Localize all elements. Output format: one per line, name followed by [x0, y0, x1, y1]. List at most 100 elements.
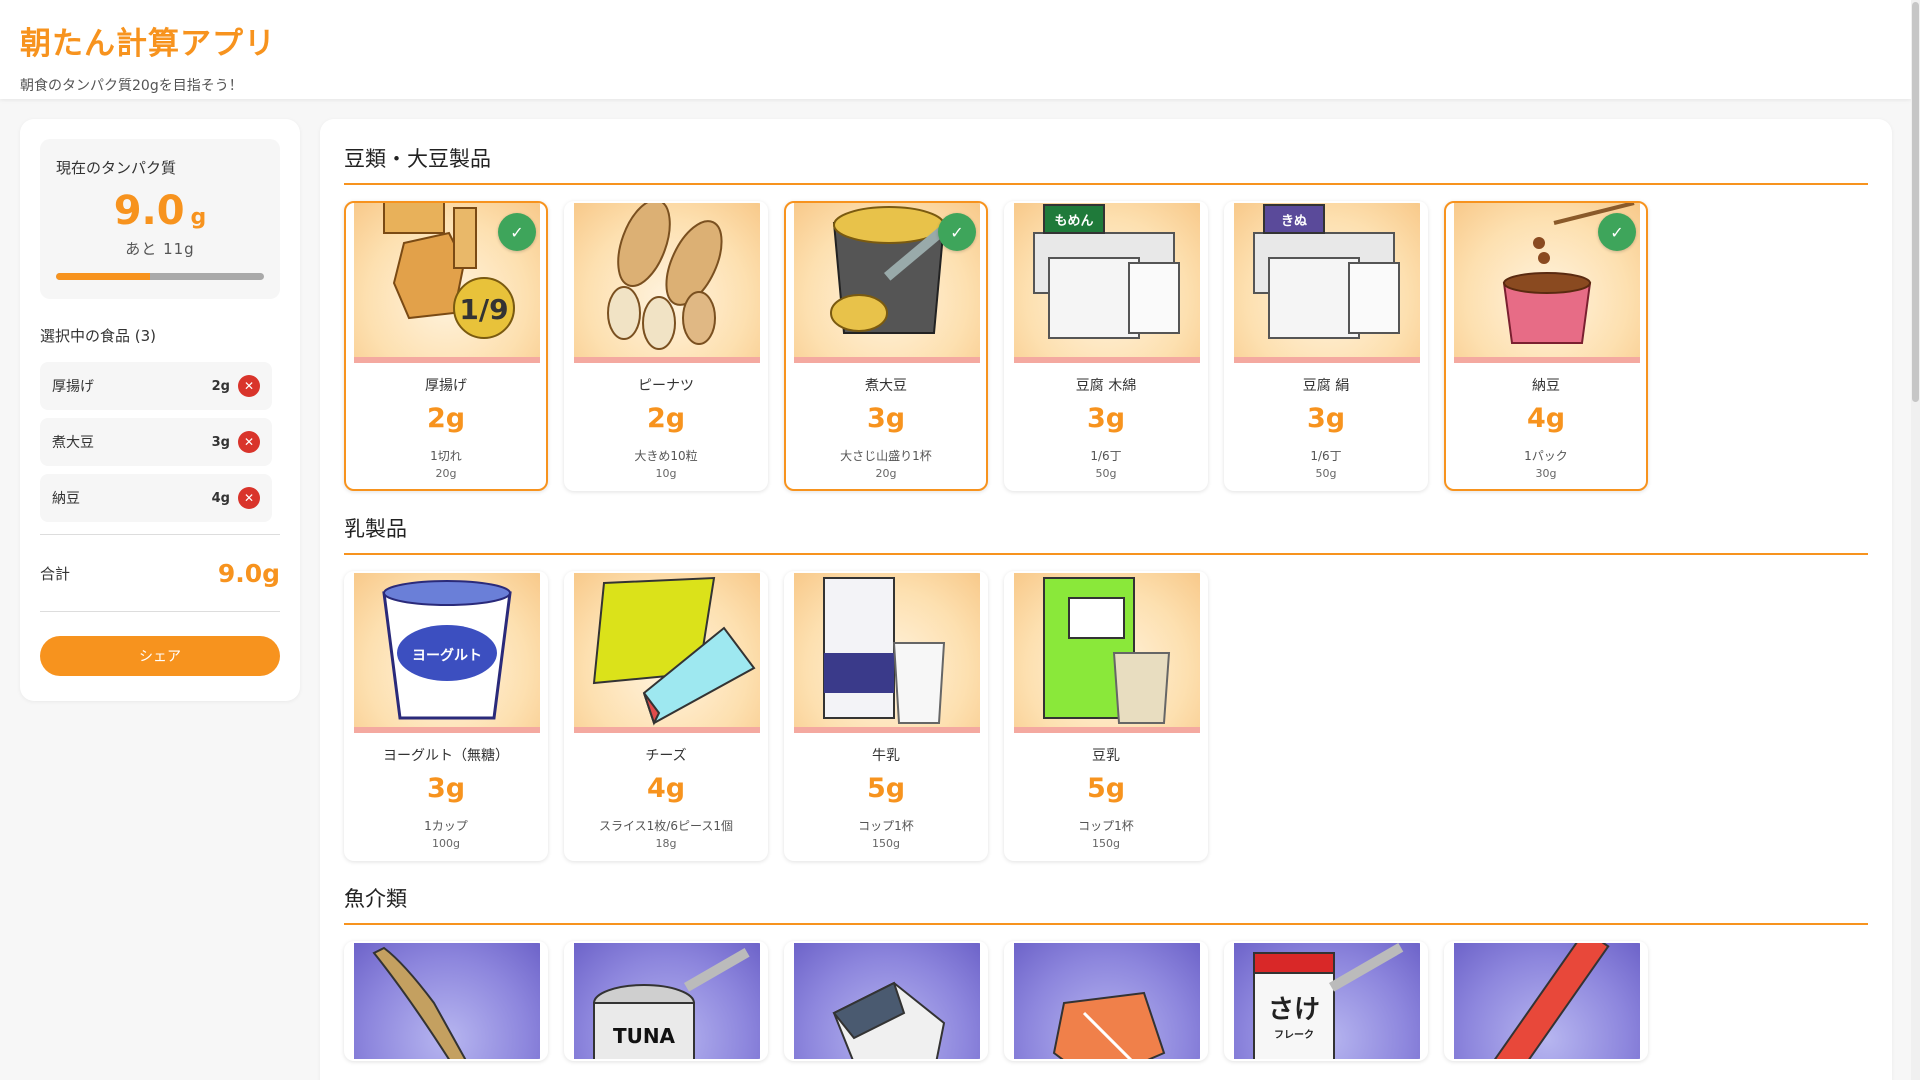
food-portion: 大きめ10粒: [634, 449, 698, 463]
food-name: 豆腐 木綿: [1075, 378, 1137, 394]
food-weight: 150g: [1092, 837, 1120, 850]
illustration-label: 1/9: [459, 293, 508, 326]
yogurt-illustration: ヨーグルト: [382, 580, 512, 720]
check-icon: ✓: [498, 213, 536, 251]
eel-illustration: [372, 946, 467, 1059]
food-card[interactable]: もめん豆腐 木綿 3g 1/6丁 50g: [1004, 201, 1208, 491]
food-portion: 1カップ: [424, 819, 468, 833]
remove-icon[interactable]: ✕: [238, 487, 260, 509]
illustration-label: きぬ: [1281, 214, 1307, 229]
food-image: TUNA: [574, 943, 760, 1059]
illustration-label: TUNA: [613, 1024, 676, 1048]
food-card[interactable]: [1004, 941, 1208, 1061]
food-card[interactable]: 豆乳 5g コップ1杯 150g: [1004, 571, 1208, 861]
food-card[interactable]: [1444, 941, 1648, 1061]
food-card-grid: ヨーグルト ヨーグルト（無糖） 3g 1カップ 100g チーズ 4g スライス1枚/6ピース…: [344, 571, 1868, 861]
food-weight: 50g: [1095, 467, 1117, 480]
image-strip: [794, 357, 980, 363]
app-header: 朝たん計算アプリ 朝食のタンパク質20gを目指そう！: [0, 0, 1911, 99]
current-protein-value: 9.0 g: [56, 188, 264, 234]
food-name: 牛乳: [872, 748, 900, 764]
selected-food-item: 厚揚げ 2g ✕: [40, 362, 272, 410]
food-portion: コップ1杯: [858, 819, 914, 833]
food-card[interactable]: ヨーグルト ヨーグルト（無糖） 3g 1カップ 100g: [344, 571, 548, 861]
image-strip: [1014, 357, 1200, 363]
food-protein: 5g: [1086, 773, 1126, 804]
food-name: ヨーグルト（無糖）: [383, 748, 509, 764]
food-portion: 1パック: [1524, 449, 1568, 463]
selected-food-name: 厚揚げ: [52, 379, 94, 395]
remove-icon[interactable]: ✕: [238, 431, 260, 453]
app-title: 朝たん計算アプリ: [20, 26, 276, 62]
food-name: 厚揚げ: [425, 378, 467, 394]
food-category: 乳製品 ヨーグルト ヨーグルト（無糖） 3g 1カップ 100g チーズ 4g スライス1枚/6…: [344, 513, 1868, 861]
category-title: 豆類・大豆製品: [344, 143, 1868, 185]
food-protein: 2g: [646, 403, 686, 434]
sidebar: 現在のタンパク質 9.0 g あと 11g 選択中の食品 (3) 厚揚げ 2g ✕ 煮大…: [20, 119, 300, 701]
illustration-label: ヨーグルト: [412, 647, 482, 664]
food-card[interactable]: TUNA: [564, 941, 768, 1061]
food-card[interactable]: ✓ 納豆 4g 1パック 30g: [1444, 201, 1648, 491]
image-strip: [794, 727, 980, 733]
food-portion: コップ1杯: [1078, 819, 1134, 833]
food-image: さけ フレーク: [1234, 943, 1420, 1059]
food-card[interactable]: きぬ 豆腐 絹 3g 1/6丁 50g: [1224, 201, 1428, 491]
image-strip: [574, 727, 760, 733]
selected-food-grams: 4g: [211, 490, 230, 506]
food-protein: 3g: [426, 773, 466, 804]
category-title: 魚介類: [344, 883, 1868, 925]
peanut-illustration: [607, 203, 723, 350]
crab-stick-illustration: [1486, 943, 1610, 1059]
total-label: 合計: [40, 564, 71, 583]
scrollbar-thumb[interactable]: [1912, 2, 1919, 402]
food-image: [574, 573, 760, 733]
food-portion: 1/6丁: [1310, 449, 1342, 463]
divider: [40, 611, 280, 612]
food-protein: 2g: [426, 403, 466, 434]
food-card[interactable]: [344, 941, 548, 1061]
food-image: [1014, 573, 1200, 733]
food-image: [1014, 943, 1200, 1059]
food-image: [574, 203, 760, 363]
tofu-kinu-illustration: きぬ: [1253, 204, 1400, 339]
check-icon: ✓: [1598, 213, 1636, 251]
image-strip: [1454, 357, 1640, 363]
illustration-label: もめん: [1054, 214, 1093, 229]
food-protein: 3g: [866, 403, 906, 434]
page-scrollbar[interactable]: [1911, 0, 1920, 1080]
food-image: [794, 573, 980, 733]
share-button[interactable]: シェア: [40, 636, 280, 676]
image-strip: [1014, 727, 1200, 733]
food-card[interactable]: 1/9 ✓ 厚揚げ 2g 1切れ 20g: [344, 201, 548, 491]
illustration-label: フレーク: [1274, 1029, 1314, 1041]
food-protein: 3g: [1306, 403, 1346, 434]
food-name: 煮大豆: [865, 378, 907, 394]
tofu-momen-illustration: もめん: [1033, 204, 1180, 339]
food-image: きぬ: [1234, 203, 1420, 363]
food-card[interactable]: さけ フレーク: [1224, 941, 1428, 1061]
protein-unit: g: [190, 205, 207, 230]
food-portion: 1/6丁: [1090, 449, 1122, 463]
check-icon: ✓: [938, 213, 976, 251]
food-name: ピーナツ: [638, 378, 694, 394]
food-image: ヨーグルト: [354, 573, 540, 733]
soy-milk-illustration: [1043, 577, 1171, 724]
tuna-can-illustration: TUNA: [593, 948, 750, 1059]
food-image: [354, 943, 540, 1059]
food-card[interactable]: チーズ 4g スライス1枚/6ピース1個 18g: [564, 571, 768, 861]
food-weight: 18g: [655, 837, 677, 850]
remove-icon[interactable]: ✕: [238, 375, 260, 397]
food-protein: 3g: [1086, 403, 1126, 434]
food-card[interactable]: 牛乳 5g コップ1杯 150g: [784, 571, 988, 861]
food-weight: 10g: [655, 467, 677, 480]
fish-fillet-illustration: [832, 981, 946, 1059]
image-strip: [574, 357, 760, 363]
food-card[interactable]: ✓ 煮大豆 3g 大さじ山盛り1杯 20g: [784, 201, 988, 491]
food-protein: 4g: [646, 773, 686, 804]
food-protein: 4g: [1526, 403, 1566, 434]
food-card[interactable]: [784, 941, 988, 1061]
food-card[interactable]: ピーナツ 2g 大きめ10粒 10g: [564, 201, 768, 491]
food-portion: 1切れ: [430, 449, 462, 463]
food-category: 魚介類 TUNA さけ フレーク: [344, 883, 1868, 1061]
food-name: 豆乳: [1092, 748, 1120, 764]
